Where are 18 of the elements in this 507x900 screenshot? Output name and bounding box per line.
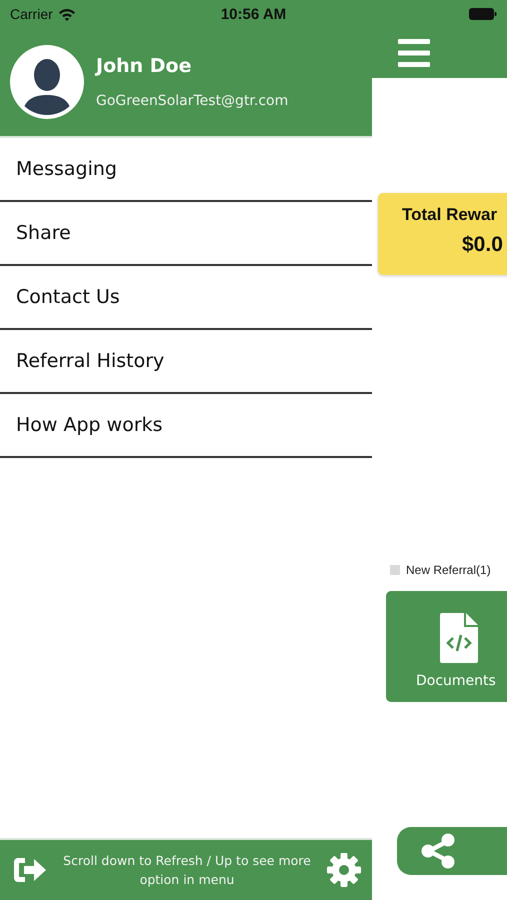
footer-hint: Scroll down to Refresh / Up to see more option in menu — [62, 852, 312, 889]
avatar-icon — [10, 45, 84, 119]
rewards-title: Total Rewar — [402, 205, 498, 225]
code-file-icon — [440, 613, 478, 663]
menu-icon[interactable] — [398, 39, 430, 67]
share-icon — [421, 833, 455, 869]
user-email: GoGreenSolarTest@gtr.com — [96, 93, 288, 109]
logout-icon[interactable] — [12, 855, 48, 885]
wifi-icon — [58, 8, 76, 20]
rewards-amount: $0.0 — [462, 233, 504, 257]
clock-time: 10:56 AM — [220, 6, 286, 22]
battery-icon — [469, 8, 497, 20]
legend-label: New Referral(1) — [406, 563, 491, 577]
settings-icon[interactable] — [326, 852, 362, 888]
carrier-label: Carrier — [10, 6, 53, 22]
documents-button[interactable]: Documents — [386, 591, 507, 702]
share-button[interactable] — [397, 827, 507, 875]
user-name: John Doe — [96, 55, 193, 77]
